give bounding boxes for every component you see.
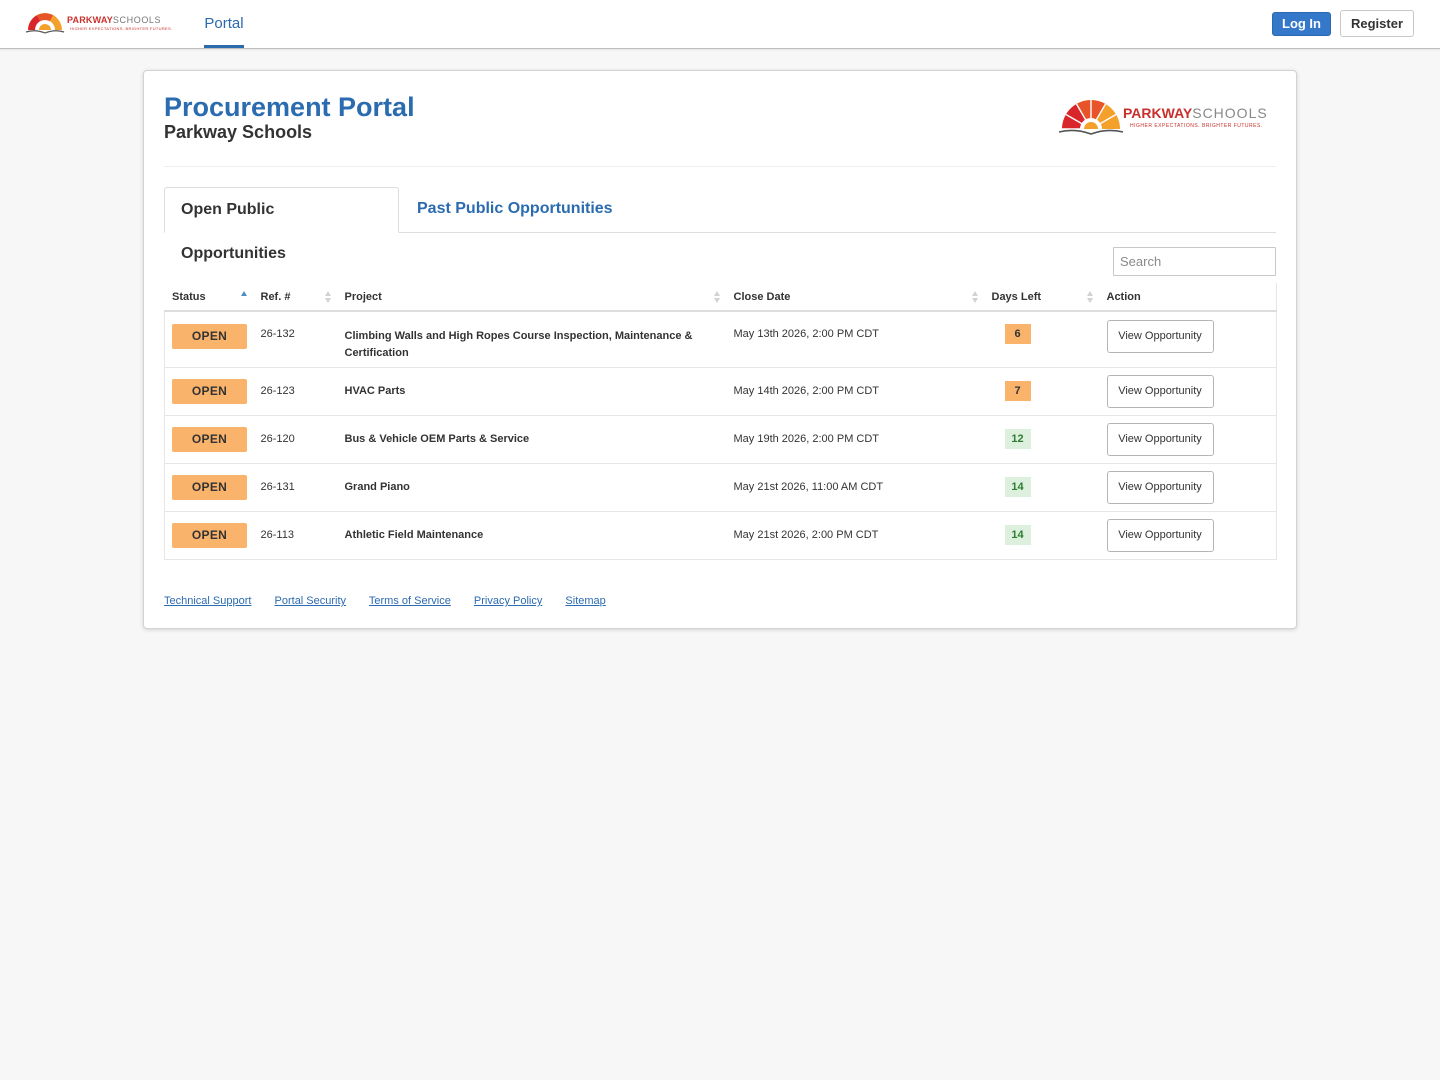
- days-left-badge: 12: [1004, 429, 1031, 449]
- days-left-badge: 14: [1004, 525, 1031, 545]
- column-header-status[interactable]: Status: [164, 283, 254, 312]
- brand-name: PARKWAYSCHOOLS: [67, 15, 162, 25]
- nav-portal-link[interactable]: Portal: [204, 0, 244, 48]
- opportunities-table: Status Ref. # Project Close Date Days Le…: [164, 283, 1277, 560]
- sort-icon: [971, 291, 979, 303]
- close-date: May 21st 2026, 11:00 AM CDT: [726, 462, 985, 511]
- logo-tagline: HIGHER EXPECTATIONS. BRIGHTER FUTURES.: [1130, 123, 1263, 129]
- project-name: Athletic Field Maintenance: [344, 528, 484, 541]
- status-badge: OPEN: [172, 522, 247, 548]
- status-badge: OPEN: [172, 378, 247, 404]
- column-header-days-left[interactable]: Days Left: [984, 283, 1100, 312]
- days-left-badge: 6: [1004, 324, 1031, 344]
- table-row: OPEN 26-131 Grand Piano May 21st 2026, 1…: [164, 462, 1277, 511]
- close-date: May 14th 2026, 2:00 PM CDT: [726, 366, 985, 415]
- ref-number: 26-123: [253, 366, 338, 415]
- opportunity-tabs: Open Public Opportunities Past Public Op…: [164, 187, 1276, 262]
- tab-past-opportunities[interactable]: Past Public Opportunities: [401, 187, 629, 233]
- table-row: OPEN 26-132 Climbing Walls and High Rope…: [164, 310, 1277, 367]
- column-header-ref[interactable]: Ref. #: [253, 283, 338, 312]
- project-name: Climbing Walls and High Ropes Course Ins…: [344, 330, 693, 359]
- table-row: OPEN 26-113 Athletic Field Maintenance M…: [164, 510, 1277, 559]
- ref-number: 26-113: [253, 510, 338, 559]
- close-date: May 21st 2026, 2:00 PM CDT: [726, 510, 985, 559]
- search-input[interactable]: [1113, 247, 1276, 276]
- logo-name: PARKWAYSCHOOLS: [1123, 105, 1268, 121]
- sort-icon: [713, 291, 721, 303]
- register-button[interactable]: Register: [1340, 10, 1414, 37]
- footer-links: Technical Support Portal Security Terms …: [164, 595, 626, 607]
- ref-number: 26-120: [253, 414, 338, 463]
- days-left-badge: 14: [1004, 477, 1031, 497]
- view-opportunity-button[interactable]: View Opportunity: [1106, 374, 1214, 408]
- tab-open-opportunities[interactable]: Open Public Opportunities: [164, 187, 399, 262]
- sort-icon: [324, 291, 332, 303]
- login-button[interactable]: Log In: [1272, 12, 1331, 36]
- sort-icon: [1086, 291, 1094, 303]
- project-name: HVAC Parts: [344, 384, 406, 397]
- header-divider: [164, 166, 1276, 167]
- close-date: May 13th 2026, 2:00 PM CDT: [726, 310, 985, 367]
- column-header-close-date[interactable]: Close Date: [726, 283, 985, 312]
- view-opportunity-button[interactable]: View Opportunity: [1106, 518, 1214, 552]
- column-header-action: Action: [1099, 283, 1277, 312]
- sunburst-book-logo-icon: [25, 13, 65, 34]
- footer-link-sitemap[interactable]: Sitemap: [565, 595, 605, 607]
- table-row: OPEN 26-123 HVAC Parts May 14th 2026, 2:…: [164, 366, 1277, 415]
- column-header-project[interactable]: Project: [337, 283, 727, 312]
- brand-tagline: HIGHER EXPECTATIONS. BRIGHTER FUTURES.: [70, 26, 173, 31]
- status-badge: OPEN: [172, 324, 247, 349]
- project-name: Grand Piano: [344, 480, 410, 493]
- close-date: May 19th 2026, 2:00 PM CDT: [726, 414, 985, 463]
- top-navbar: PARKWAYSCHOOLS HIGHER EXPECTATIONS. BRIG…: [0, 0, 1440, 49]
- page-title: Procurement Portal: [164, 92, 415, 122]
- footer-link-portal-security[interactable]: Portal Security: [275, 595, 347, 607]
- footer-link-terms-of-service[interactable]: Terms of Service: [369, 595, 451, 607]
- organization-logo: PARKWAYSCHOOLS HIGHER EXPECTATIONS. BRIG…: [1057, 99, 1277, 139]
- status-badge: OPEN: [172, 426, 247, 452]
- sort-ascending-icon: [240, 291, 248, 303]
- days-left-badge: 7: [1004, 381, 1031, 401]
- page-subtitle: Parkway Schools: [164, 122, 313, 142]
- view-opportunity-button[interactable]: View Opportunity: [1106, 470, 1214, 504]
- view-opportunity-button[interactable]: View Opportunity: [1106, 422, 1214, 456]
- view-opportunity-button[interactable]: View Opportunity: [1106, 320, 1214, 353]
- footer-link-privacy-policy[interactable]: Privacy Policy: [474, 595, 542, 607]
- table-header-row: Status Ref. # Project Close Date Days Le…: [164, 283, 1277, 312]
- ref-number: 26-132: [253, 310, 338, 367]
- footer-link-technical-support[interactable]: Technical Support: [164, 595, 251, 607]
- table-row: OPEN 26-120 Bus & Vehicle OEM Parts & Se…: [164, 414, 1277, 463]
- navbar-brand-logo[interactable]: PARKWAYSCHOOLS HIGHER EXPECTATIONS. BRIG…: [24, 11, 173, 37]
- ref-number: 26-131: [253, 462, 338, 511]
- portal-card: Procurement Portal Parkway Schools PARKW…: [143, 70, 1297, 629]
- status-badge: OPEN: [172, 474, 247, 500]
- sunburst-book-logo-icon: [1058, 100, 1124, 135]
- project-name: Bus & Vehicle OEM Parts & Service: [344, 432, 530, 445]
